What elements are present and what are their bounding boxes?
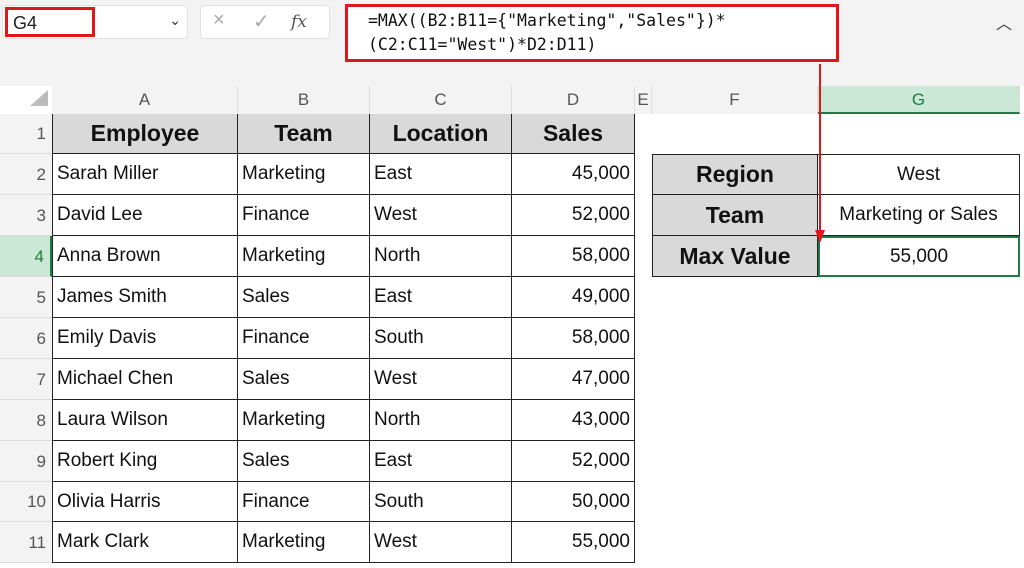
annotation-arrow — [30, 64, 825, 243]
select-all-icon — [30, 90, 48, 106]
